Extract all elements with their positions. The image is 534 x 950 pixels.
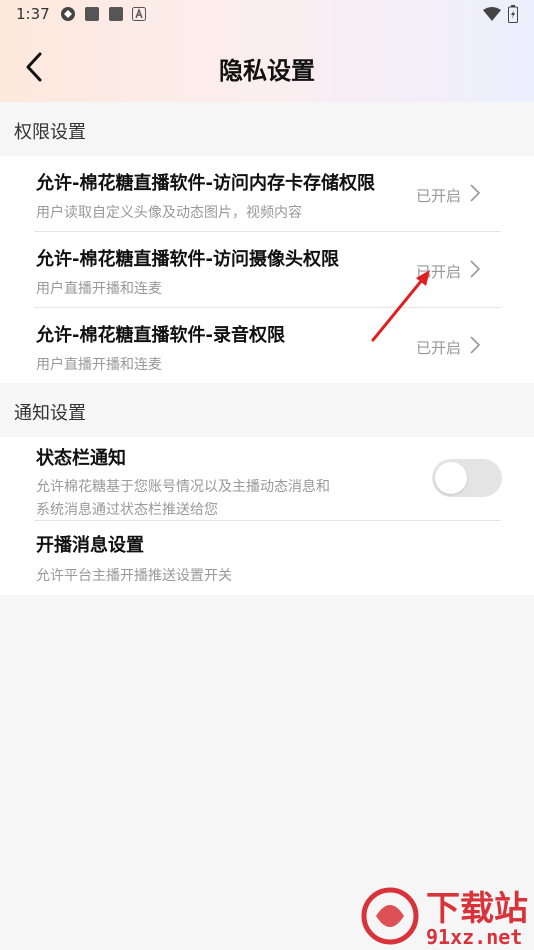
notification-subtitle: 允许平台主播开播推送设置开关	[36, 568, 232, 584]
notifications-card: 状态栏通知 允许棉花糖基于您账号情况以及主播动态消息和 系统消息通过状态栏推送给…	[0, 437, 534, 595]
toggle-knob	[435, 462, 467, 494]
wifi-icon	[483, 7, 501, 21]
notification-square-icon	[85, 7, 99, 21]
header-background: 1:37 隐私设置	[0, 0, 534, 102]
permission-subtitle: 用户直播开播和连麦	[36, 281, 162, 297]
status-bar: 1:37	[0, 0, 534, 28]
chevron-right-icon	[470, 336, 481, 354]
statusbar-notification-toggle[interactable]	[432, 459, 502, 497]
permission-subtitle: 用户读取自定义头像及动态图片，视频内容	[36, 205, 302, 221]
statusbar-notification-row: 状态栏通知 允许棉花糖基于您账号情况以及主播动态消息和 系统消息通过状态栏推送给…	[0, 437, 534, 520]
live-message-settings-row[interactable]: 开播消息设置 允许平台主播开播推送设置开关	[0, 521, 534, 595]
permission-subtitle: 用户直播开播和连麦	[36, 357, 162, 373]
permission-title: 允许-棉花糖直播软件-访问摄像头权限	[36, 249, 339, 270]
notification-subtitle: 系统消息通过状态栏推送给您	[36, 502, 218, 518]
section-label-notifications: 通知设置	[14, 403, 86, 424]
app-notification-icon	[61, 7, 75, 21]
watermark-logo-icon: 下载站 91xz.net	[361, 887, 528, 949]
notification-subtitle: 允许棉花糖基于您账号情况以及主播动态消息和	[36, 479, 330, 495]
status-time: 1:37	[16, 5, 50, 23]
notification-square-icon	[109, 7, 123, 21]
watermark-title: 下载站	[426, 889, 528, 929]
chevron-right-icon	[470, 260, 481, 278]
permission-title: 允许-棉花糖直播软件-访问内存卡存储权限	[36, 173, 375, 194]
notification-title: 开播消息设置	[36, 535, 144, 556]
chevron-right-icon	[470, 184, 481, 202]
permission-status: 已开启	[416, 187, 462, 205]
permission-storage-row[interactable]: 允许-棉花糖直播软件-访问内存卡存储权限 用户读取自定义头像及动态图片，视频内容…	[0, 156, 534, 232]
permissions-card: 允许-棉花糖直播软件-访问内存卡存储权限 用户读取自定义头像及动态图片，视频内容…	[0, 156, 534, 383]
annotation-arrow-icon	[371, 270, 430, 342]
page-title: 隐私设置	[219, 57, 315, 85]
section-label-permissions: 权限设置	[14, 122, 86, 143]
permission-camera-row[interactable]: 允许-棉花糖直播软件-访问摄像头权限 用户直播开播和连麦 已开启	[0, 232, 534, 308]
watermark-url: 91xz.net	[426, 925, 522, 949]
battery-icon	[508, 5, 518, 23]
permission-microphone-row[interactable]: 允许-棉花糖直播软件-录音权限 用户直播开播和连麦 已开启	[0, 308, 534, 383]
notification-a-icon	[132, 7, 146, 21]
notification-title: 状态栏通知	[36, 448, 126, 469]
permission-title: 允许-棉花糖直播软件-录音权限	[36, 325, 285, 346]
